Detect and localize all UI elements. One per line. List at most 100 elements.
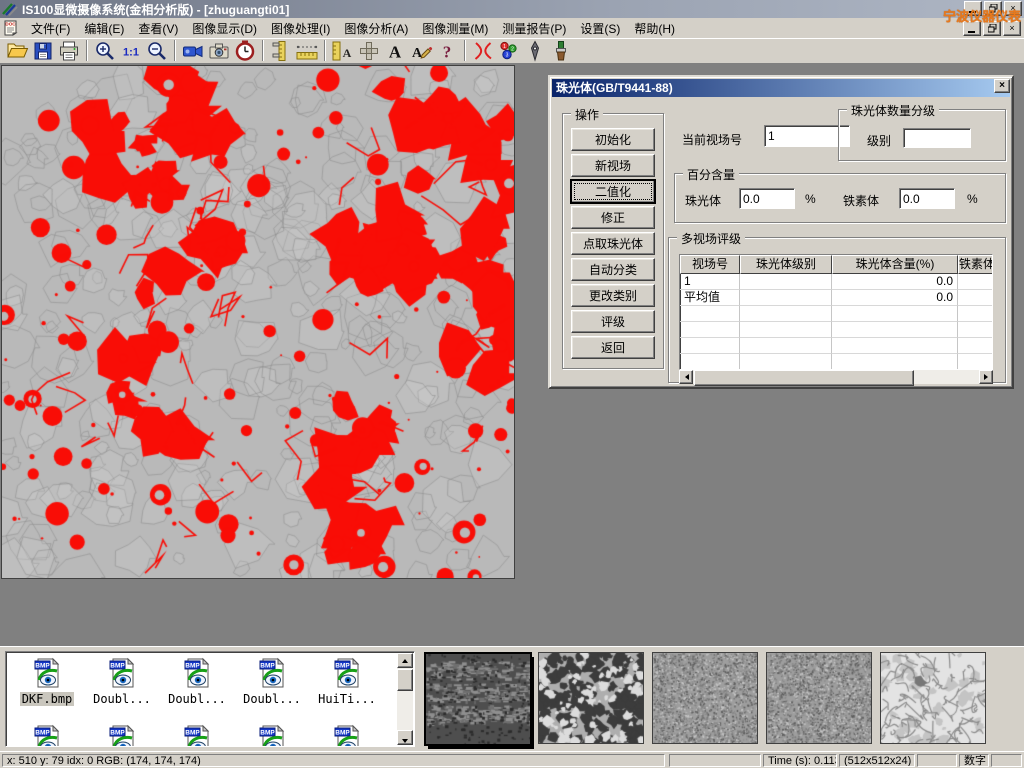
application-window: IS100显微摄像系统(金相分析版) - [zhuguangti01] × 宁波… bbox=[0, 0, 1024, 768]
workspace: 珠光体(GB/T9441-88) × 操作 初始化新视场二值化修正点取珠光体自动… bbox=[0, 64, 1024, 646]
dialog-close-button[interactable]: × bbox=[994, 79, 1010, 93]
print-icon bbox=[57, 39, 81, 63]
op-button-3[interactable]: 二值化 bbox=[571, 180, 655, 203]
scroll-left-button[interactable] bbox=[679, 370, 693, 384]
op-button-8[interactable]: 评级 bbox=[571, 310, 655, 333]
toolbar-zoom-in-button[interactable] bbox=[93, 39, 117, 63]
op-button-5[interactable]: 点取珠光体 bbox=[571, 232, 655, 255]
file-item-Doubl---[interactable]: BMPDoubl... bbox=[87, 657, 157, 706]
toolbar-classification-balls-button[interactable]: 123 bbox=[497, 39, 521, 63]
scrollbar-thumb[interactable] bbox=[694, 370, 914, 386]
gallery-thumbnail-3[interactable] bbox=[652, 652, 758, 744]
svg-text:BMP: BMP bbox=[260, 729, 275, 736]
actual-size-icon: 1:1 bbox=[119, 39, 143, 63]
menu-bar: DOC 文件(F)编辑(E)查看(V)图像显示(D)图像处理(I)图像分析(A)… bbox=[0, 18, 1024, 39]
file-item-row2[interactable]: BMP bbox=[312, 724, 382, 747]
menu-item-file[interactable]: 文件(F) bbox=[24, 18, 77, 39]
scroll-right-button[interactable] bbox=[979, 370, 993, 384]
op-button-9[interactable]: 返回 bbox=[571, 336, 655, 359]
filelist-vertical-scrollbar[interactable] bbox=[397, 653, 413, 745]
dialog-title-bar[interactable]: 珠光体(GB/T9441-88) bbox=[552, 79, 1010, 97]
table-column-header[interactable]: 珠光体级别 bbox=[740, 255, 832, 274]
menu-item-measure-report[interactable]: 测量报告(P) bbox=[495, 18, 573, 39]
level-input[interactable] bbox=[903, 128, 971, 148]
file-item-row2[interactable]: BMP bbox=[237, 724, 307, 747]
file-item-row2[interactable]: BMP bbox=[87, 724, 157, 747]
file-item-row2[interactable]: BMP bbox=[12, 724, 82, 747]
file-item-Doubl---[interactable]: BMPDoubl... bbox=[237, 657, 307, 706]
toolbar-open-file-button[interactable] bbox=[5, 39, 29, 63]
toolbar-grid-cross-button[interactable] bbox=[357, 39, 381, 63]
toolbar-timer-clock-button[interactable] bbox=[233, 39, 257, 63]
ferrite-percent-input[interactable] bbox=[899, 188, 955, 209]
op-button-4[interactable]: 修正 bbox=[571, 206, 655, 229]
menu-item-help[interactable]: 帮助(H) bbox=[627, 18, 682, 39]
op-button-7[interactable]: 更改类别 bbox=[571, 284, 655, 307]
right-arrow-icon bbox=[984, 374, 991, 380]
micrograph-image[interactable] bbox=[1, 65, 515, 579]
toolbar-curve-calibration-button[interactable] bbox=[471, 39, 495, 63]
op-button-6[interactable]: 自动分类 bbox=[571, 258, 655, 281]
pearlite-percent-input[interactable] bbox=[739, 188, 795, 209]
table-row[interactable] bbox=[680, 338, 992, 354]
toolbar-measure-label-button[interactable]: A bbox=[331, 39, 355, 63]
file-item-DKF-bmp[interactable]: BMPDKF.bmp bbox=[12, 657, 82, 706]
toolbar-help-button[interactable]: ? bbox=[435, 39, 459, 63]
menu-item-image-process[interactable]: 图像处理(I) bbox=[264, 18, 337, 39]
filelist-scrollbar-thumb[interactable] bbox=[397, 669, 413, 691]
bmp-file-icon: BMP bbox=[182, 724, 212, 747]
toolbar-print-button[interactable] bbox=[57, 39, 81, 63]
status-panel-empty-3 bbox=[991, 754, 1022, 767]
menu-item-settings[interactable]: 设置(S) bbox=[573, 18, 627, 39]
op-button-1[interactable]: 初始化 bbox=[571, 128, 655, 151]
toolbar-ruler-button[interactable] bbox=[295, 39, 319, 63]
gallery-thumbnail-4[interactable] bbox=[766, 652, 872, 744]
toolbar-actual-size-button[interactable]: 1:1 bbox=[119, 39, 143, 63]
toolbar-text-edit-button[interactable]: A bbox=[409, 39, 433, 63]
menu-item-edit[interactable]: 编辑(E) bbox=[77, 18, 131, 39]
table-row[interactable]: 平均值0.0 bbox=[680, 290, 992, 306]
menu-item-image-measure[interactable]: 图像测量(M) bbox=[415, 18, 495, 39]
toolbar: 1:1AAA?123 bbox=[0, 38, 1024, 64]
toolbar-save-button[interactable] bbox=[31, 39, 55, 63]
table-cell bbox=[958, 338, 993, 354]
status-bar: x: 510 y: 79 idx: 0 RGB: (174, 174, 174)… bbox=[0, 751, 1024, 768]
toolbar-text-annotate-button[interactable]: A bbox=[383, 39, 407, 63]
table-column-header[interactable]: 视场号 bbox=[680, 255, 740, 274]
toolbar-brush-tool-button[interactable] bbox=[549, 39, 573, 63]
toolbar-zoom-out-button[interactable] bbox=[145, 39, 169, 63]
toolbar-caliper-button[interactable] bbox=[269, 39, 293, 63]
file-item-row2[interactable]: BMP bbox=[162, 724, 232, 747]
toolbar-pen-tool-button[interactable] bbox=[523, 39, 547, 63]
table-column-header[interactable]: 珠光体含量(%) bbox=[832, 255, 958, 274]
svg-text:BMP: BMP bbox=[35, 662, 50, 669]
table-row[interactable] bbox=[680, 354, 992, 370]
menu-item-image-display[interactable]: 图像显示(D) bbox=[185, 18, 264, 39]
grid-cross-icon bbox=[357, 39, 381, 63]
table-column-header[interactable]: 铁素体含量(%) bbox=[958, 255, 993, 274]
scroll-up-button[interactable] bbox=[397, 653, 413, 668]
quantity-grading-group: 珠光体数量分级 级别 bbox=[838, 109, 1006, 161]
table-horizontal-scrollbar[interactable] bbox=[679, 370, 993, 384]
file-list[interactable]: BMPDKF.bmpBMPDoubl...BMPDoubl...BMPDoubl… bbox=[5, 651, 415, 747]
op-button-2[interactable]: 新视场 bbox=[571, 154, 655, 177]
gallery-thumbnail-1[interactable] bbox=[424, 652, 532, 746]
gallery-thumbnail-2[interactable] bbox=[538, 652, 644, 744]
toolbar-video-camera-button[interactable] bbox=[181, 39, 205, 63]
table-row[interactable]: 10.0 bbox=[680, 274, 992, 290]
gallery-thumbnail-5[interactable] bbox=[880, 652, 986, 744]
table-row[interactable] bbox=[680, 306, 992, 322]
table-row[interactable] bbox=[680, 322, 992, 338]
file-item-Doubl---[interactable]: BMPDoubl... bbox=[162, 657, 232, 706]
menu-item-image-analysis[interactable]: 图像分析(A) bbox=[337, 18, 415, 39]
svg-text:BMP: BMP bbox=[110, 662, 125, 669]
rating-table[interactable]: 视场号珠光体级别珠光体含量(%)铁素体含量(%)10.0平均值0.0 bbox=[679, 254, 993, 370]
window-title: IS100显微摄像系统(金相分析版) - [zhuguangti01] bbox=[22, 1, 289, 18]
document-system-icon[interactable]: DOC bbox=[3, 20, 20, 36]
scroll-down-button[interactable] bbox=[397, 730, 413, 745]
toolbar-capture-camera-button[interactable] bbox=[207, 39, 231, 63]
percent-content-label: 百分含量 bbox=[683, 166, 739, 183]
menu-item-view[interactable]: 查看(V) bbox=[131, 18, 185, 39]
svg-text:BMP: BMP bbox=[185, 729, 200, 736]
file-item-HuiTi---[interactable]: BMPHuiTi... bbox=[312, 657, 382, 706]
